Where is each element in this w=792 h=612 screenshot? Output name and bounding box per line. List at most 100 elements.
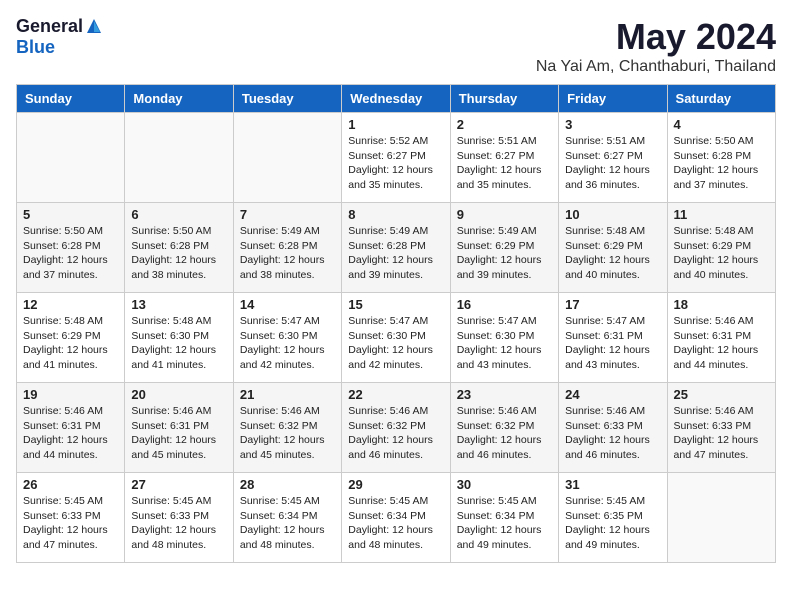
cell-text: Sunrise: 5:48 AMSunset: 6:29 PMDaylight:… xyxy=(565,224,660,283)
day-cell-24: 24 Sunrise: 5:46 AMSunset: 6:33 PMDayligh… xyxy=(559,383,667,473)
day-cell-2: 2 Sunrise: 5:51 AMSunset: 6:27 PMDaylight… xyxy=(450,113,558,203)
day-cell-3: 3Sunrise: 5:51 AMSunset: 6:27 PMDaylight… xyxy=(559,113,667,203)
day-number: 24 xyxy=(565,387,660,402)
day-number: 4 xyxy=(674,117,769,132)
cell-text: Sunrise: 5:47 AMSunset: 6:31 PMDaylight:… xyxy=(565,314,660,373)
day-number: 17 xyxy=(565,297,660,312)
day-cell-12: 12 Sunrise: 5:48 AMSunset: 6:29 PMDayligh… xyxy=(17,293,125,383)
cell-text: Sunrise: 5:45 AMSunset: 6:35 PMDaylight:… xyxy=(565,494,660,553)
day-number: 27 xyxy=(131,477,226,492)
day-number: 20 xyxy=(131,387,226,402)
day-number: 10 xyxy=(565,207,660,222)
cell-text: Sunrise: 5:52 AMSunset: 6:27 PMDaylight:… xyxy=(348,134,443,193)
day-number: 18 xyxy=(674,297,769,312)
day-cell-14: 14 Sunrise: 5:47 AMSunset: 6:30 PMDayligh… xyxy=(233,293,341,383)
day-number: 23 xyxy=(457,387,552,402)
day-cell-23: 23Sunrise: 5:46 AMSunset: 6:32 PMDayligh… xyxy=(450,383,558,473)
day-cell-1: 1Sunrise: 5:52 AMSunset: 6:27 PMDaylight… xyxy=(342,113,450,203)
weekday-header-tuesday: Tuesday xyxy=(233,85,341,113)
day-cell-4: 4Sunrise: 5:50 AMSunset: 6:28 PMDaylight… xyxy=(667,113,775,203)
day-cell-19: 19 Sunrise: 5:46 AMSunset: 6:31 PMDayligh… xyxy=(17,383,125,473)
empty-cell xyxy=(125,113,233,203)
weekday-header-friday: Friday xyxy=(559,85,667,113)
location-title: Na Yai Am, Chanthaburi, Thailand xyxy=(536,58,776,76)
week-row-2: 5 Sunrise: 5:50 AMSunset: 6:28 PMDaylight… xyxy=(17,203,776,293)
cell-text: Sunrise: 5:50 AMSunset: 6:28 PMDaylight:… xyxy=(131,224,226,283)
day-number: 22 xyxy=(348,387,443,402)
day-number: 26 xyxy=(23,477,118,492)
day-number: 30 xyxy=(457,477,552,492)
day-cell-15: 15 Sunrise: 5:47 AMSunset: 6:30 PMDayligh… xyxy=(342,293,450,383)
cell-text: Sunrise: 5:46 AMSunset: 6:32 PMDaylight:… xyxy=(240,404,335,463)
empty-cell xyxy=(233,113,341,203)
day-number: 8 xyxy=(348,207,443,222)
week-row-5: 26 Sunrise: 5:45 AMSunset: 6:33 PMDayligh… xyxy=(17,473,776,563)
day-number: 12 xyxy=(23,297,118,312)
day-cell-30: 30Sunrise: 5:45 AMSunset: 6:34 PMDayligh… xyxy=(450,473,558,563)
cell-text: Sunrise: 5:47 AMSunset: 6:30 PMDaylight:… xyxy=(240,314,335,373)
cell-text: Sunrise: 5:47 AMSunset: 6:30 PMDaylight:… xyxy=(348,314,443,373)
day-number: 21 xyxy=(240,387,335,402)
day-cell-6: 6 Sunrise: 5:50 AMSunset: 6:28 PMDaylight… xyxy=(125,203,233,293)
day-number: 16 xyxy=(457,297,552,312)
weekday-header-wednesday: Wednesday xyxy=(342,85,450,113)
day-cell-27: 27 Sunrise: 5:45 AMSunset: 6:33 PMDayligh… xyxy=(125,473,233,563)
title-area: May 2024 Na Yai Am, Chanthaburi, Thailan… xyxy=(536,16,776,76)
cell-text: Sunrise: 5:45 AMSunset: 6:33 PMDaylight:… xyxy=(131,494,226,553)
day-number: 29 xyxy=(348,477,443,492)
week-row-4: 19 Sunrise: 5:46 AMSunset: 6:31 PMDayligh… xyxy=(17,383,776,473)
day-cell-17: 17 Sunrise: 5:47 AMSunset: 6:31 PMDayligh… xyxy=(559,293,667,383)
cell-text: Sunrise: 5:48 AMSunset: 6:29 PMDaylight:… xyxy=(674,224,769,283)
header-area: General Blue May 2024 Na Yai Am, Chantha… xyxy=(16,16,776,76)
cell-text: Sunrise: 5:51 AMSunset: 6:27 PMDaylight:… xyxy=(457,134,552,193)
week-row-1: 1Sunrise: 5:52 AMSunset: 6:27 PMDaylight… xyxy=(17,113,776,203)
day-number: 9 xyxy=(457,207,552,222)
calendar-table: SundayMondayTuesdayWednesdayThursdayFrid… xyxy=(16,84,776,563)
weekday-header-saturday: Saturday xyxy=(667,85,775,113)
day-cell-21: 21 Sunrise: 5:46 AMSunset: 6:32 PMDayligh… xyxy=(233,383,341,473)
day-number: 3 xyxy=(565,117,660,132)
day-cell-13: 13Sunrise: 5:48 AMSunset: 6:30 PMDayligh… xyxy=(125,293,233,383)
day-cell-9: 9 Sunrise: 5:49 AMSunset: 6:29 PMDaylight… xyxy=(450,203,558,293)
day-cell-10: 10 Sunrise: 5:48 AMSunset: 6:29 PMDayligh… xyxy=(559,203,667,293)
cell-text: Sunrise: 5:49 AMSunset: 6:29 PMDaylight:… xyxy=(457,224,552,283)
cell-text: Sunrise: 5:48 AMSunset: 6:29 PMDaylight:… xyxy=(23,314,118,373)
day-cell-28: 28Sunrise: 5:45 AMSunset: 6:34 PMDayligh… xyxy=(233,473,341,563)
day-cell-18: 18 Sunrise: 5:46 AMSunset: 6:31 PMDayligh… xyxy=(667,293,775,383)
cell-text: Sunrise: 5:46 AMSunset: 6:31 PMDaylight:… xyxy=(23,404,118,463)
day-cell-22: 22 Sunrise: 5:46 AMSunset: 6:32 PMDayligh… xyxy=(342,383,450,473)
day-number: 11 xyxy=(674,207,769,222)
weekday-header-thursday: Thursday xyxy=(450,85,558,113)
cell-text: Sunrise: 5:46 AMSunset: 6:33 PMDaylight:… xyxy=(674,404,769,463)
day-cell-29: 29 Sunrise: 5:45 AMSunset: 6:34 PMDayligh… xyxy=(342,473,450,563)
day-cell-7: 7 Sunrise: 5:49 AMSunset: 6:28 PMDaylight… xyxy=(233,203,341,293)
day-cell-5: 5 Sunrise: 5:50 AMSunset: 6:28 PMDaylight… xyxy=(17,203,125,293)
day-number: 15 xyxy=(348,297,443,312)
day-number: 5 xyxy=(23,207,118,222)
day-number: 7 xyxy=(240,207,335,222)
day-number: 6 xyxy=(131,207,226,222)
cell-text: Sunrise: 5:47 AMSunset: 6:30 PMDaylight:… xyxy=(457,314,552,373)
day-number: 31 xyxy=(565,477,660,492)
day-number: 25 xyxy=(674,387,769,402)
cell-text: Sunrise: 5:46 AMSunset: 6:32 PMDaylight:… xyxy=(348,404,443,463)
cell-text: Sunrise: 5:49 AMSunset: 6:28 PMDaylight:… xyxy=(240,224,335,283)
month-title: May 2024 xyxy=(536,16,776,58)
day-number: 19 xyxy=(23,387,118,402)
cell-text: Sunrise: 5:46 AMSunset: 6:31 PMDaylight:… xyxy=(674,314,769,373)
day-cell-26: 26Sunrise: 5:45 AMSunset: 6:33 PMDayligh… xyxy=(17,473,125,563)
day-number: 14 xyxy=(240,297,335,312)
day-cell-20: 20Sunrise: 5:46 AMSunset: 6:31 PMDayligh… xyxy=(125,383,233,473)
empty-cell xyxy=(667,473,775,563)
empty-cell xyxy=(17,113,125,203)
cell-text: Sunrise: 5:50 AMSunset: 6:28 PMDaylight:… xyxy=(23,224,118,283)
day-cell-25: 25 Sunrise: 5:46 AMSunset: 6:33 PMDayligh… xyxy=(667,383,775,473)
day-number: 2 xyxy=(457,117,552,132)
cell-text: Sunrise: 5:45 AMSunset: 6:34 PMDaylight:… xyxy=(348,494,443,553)
week-row-3: 12 Sunrise: 5:48 AMSunset: 6:29 PMDayligh… xyxy=(17,293,776,383)
day-number: 28 xyxy=(240,477,335,492)
logo-general-text: General xyxy=(16,16,83,37)
logo-blue-text: Blue xyxy=(16,37,55,58)
cell-text: Sunrise: 5:46 AMSunset: 6:33 PMDaylight:… xyxy=(565,404,660,463)
day-cell-8: 8Sunrise: 5:49 AMSunset: 6:28 PMDaylight… xyxy=(342,203,450,293)
